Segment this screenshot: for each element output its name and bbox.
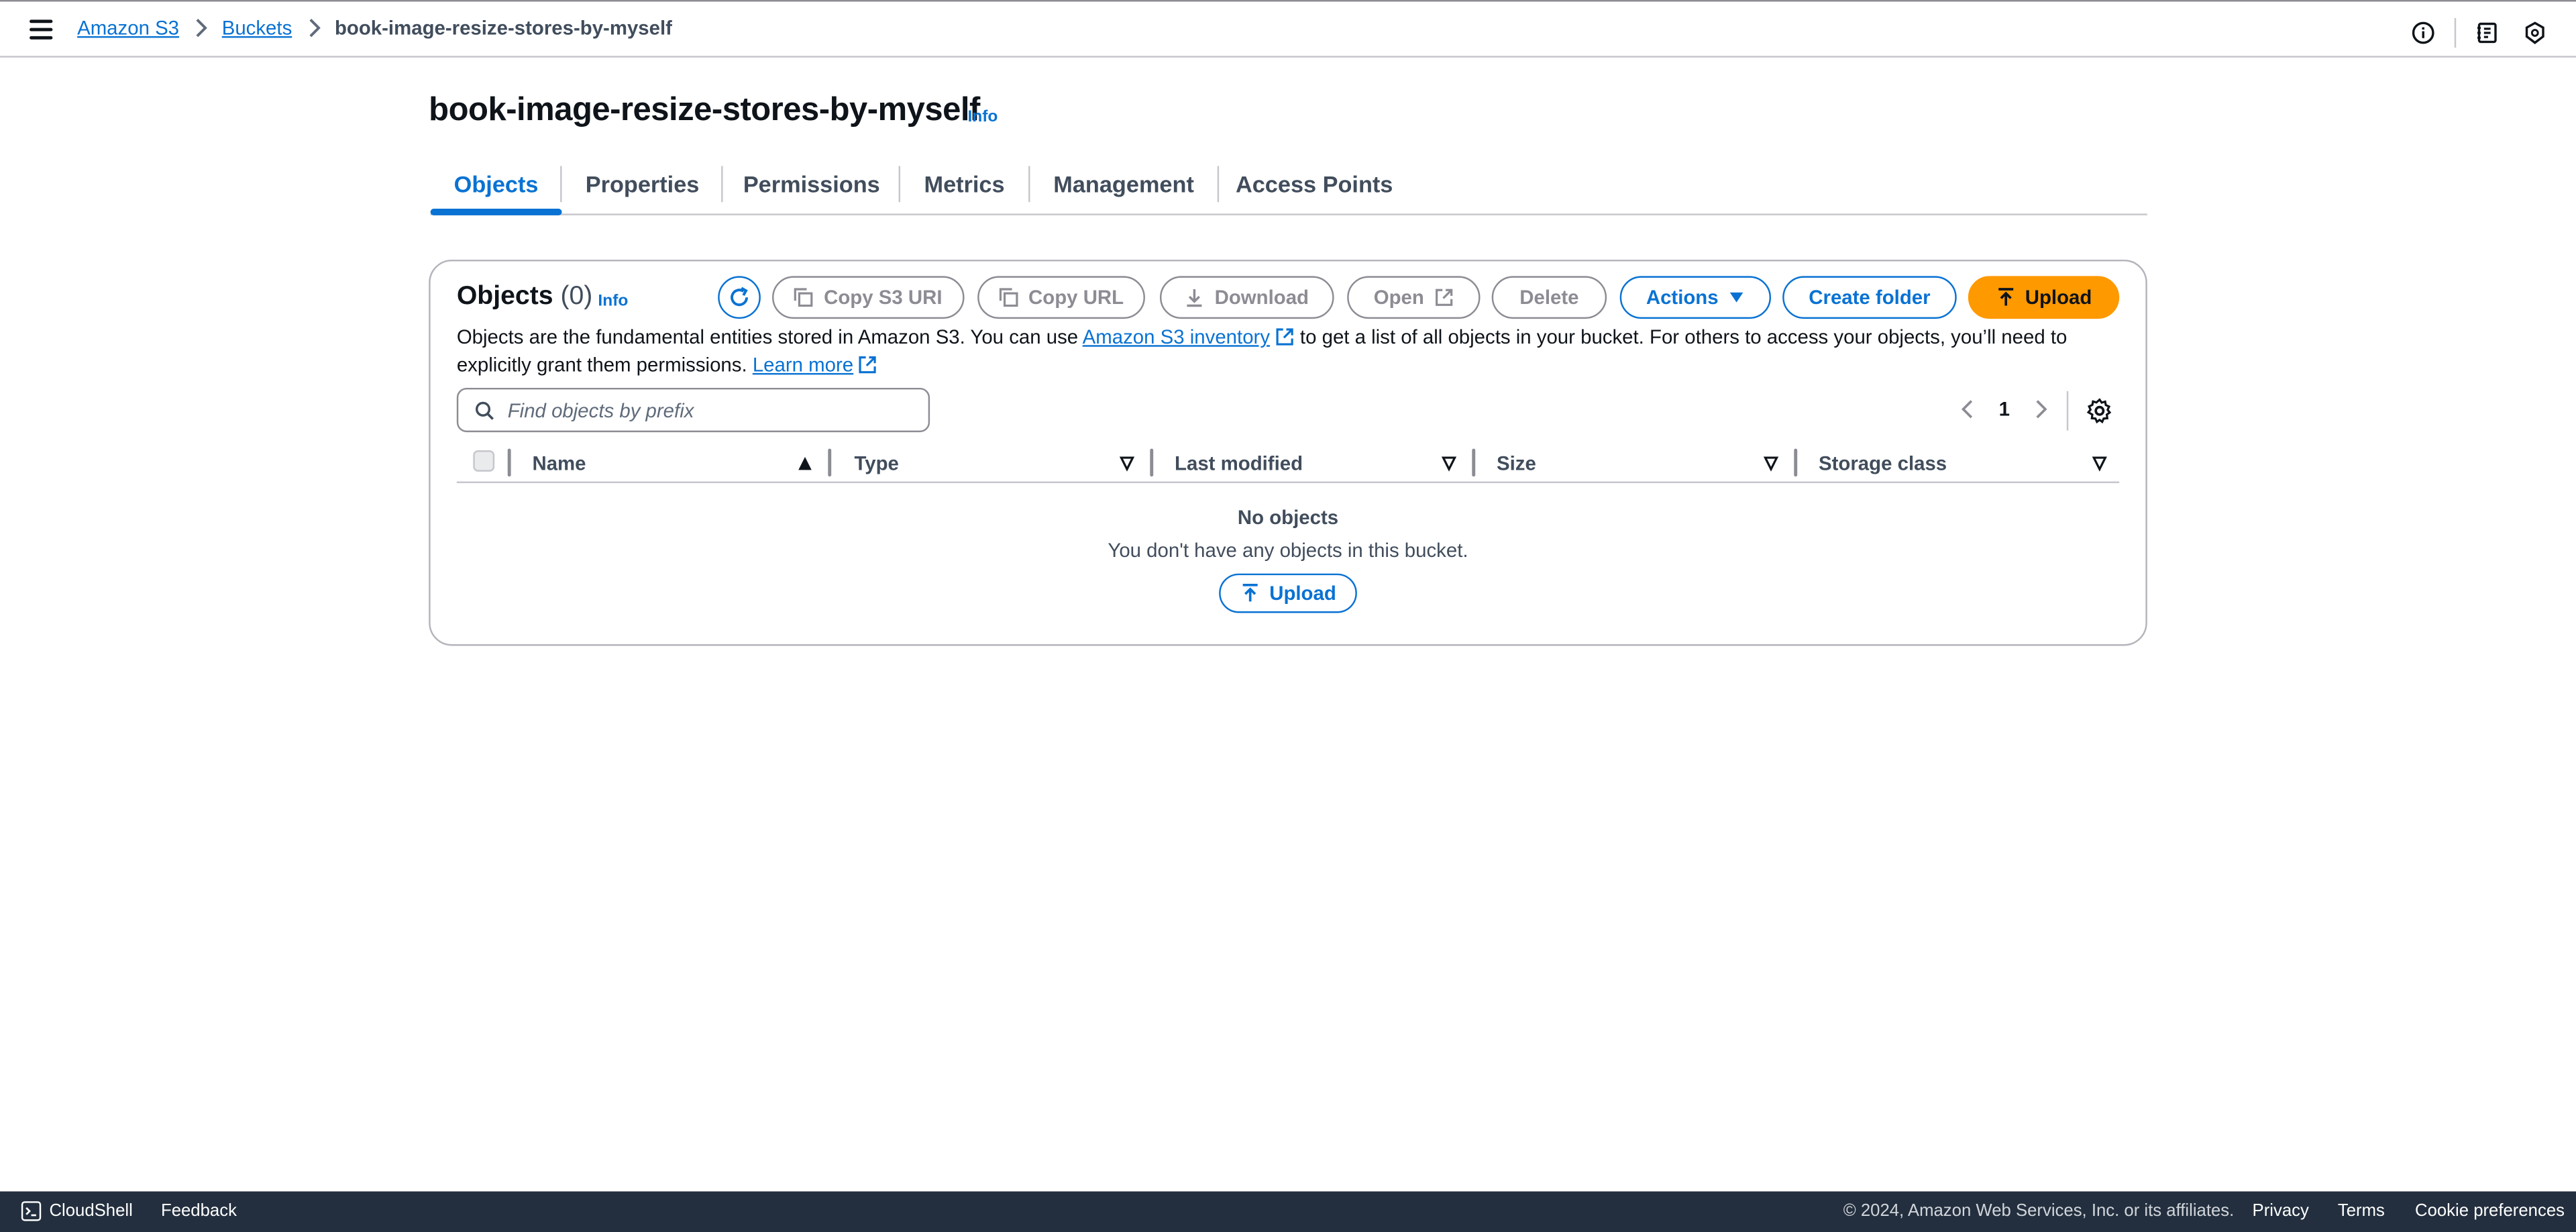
download-icon (1187, 289, 1203, 307)
external-link-icon (1435, 289, 1452, 306)
open-label: Open (1373, 286, 1424, 309)
upload-label: Upload (2025, 286, 2092, 309)
console-footer: CloudShell Feedback © 2024, Amazon Web S… (0, 1191, 2576, 1232)
previous-page-icon[interactable] (1955, 396, 1981, 422)
sort-ascending-icon[interactable] (797, 455, 813, 471)
search-field (456, 387, 930, 433)
download-button[interactable]: Download (1159, 276, 1334, 319)
actions-label: Actions (1646, 286, 1719, 309)
learn-more-link[interactable]: Learn more (753, 352, 853, 375)
feedback-link[interactable]: Feedback (161, 1201, 237, 1221)
external-link-icon (859, 355, 877, 373)
external-link-icon (1276, 328, 1293, 346)
copyright-text: © 2024, Amazon Web Services, Inc. or its… (1843, 1201, 2235, 1221)
next-page-icon[interactable] (2027, 396, 2053, 422)
tab-management[interactable]: Management (1030, 161, 1218, 213)
breadcrumb-amazon-s3[interactable]: Amazon S3 (77, 16, 179, 39)
create-folder-label: Create folder (1809, 286, 1931, 309)
breadcrumb-buckets[interactable]: Buckets (222, 16, 292, 39)
copy-s3-uri-button[interactable]: Copy S3 URI (772, 276, 965, 319)
column-divider (828, 448, 832, 477)
empty-state-upload-label: Upload (1269, 581, 1336, 605)
column-name[interactable]: Name (532, 452, 586, 474)
column-divider (1794, 448, 1798, 477)
menu-icon[interactable] (30, 19, 53, 40)
upload-icon (1998, 288, 2013, 306)
objects-description: Objects are the fundamental entities sto… (457, 323, 2133, 378)
column-size[interactable]: Size (1497, 452, 1536, 474)
terms-link[interactable]: Terms (2338, 1201, 2385, 1221)
refresh-button[interactable] (718, 276, 761, 319)
sort-icon[interactable] (2092, 455, 2108, 472)
tab-access-points[interactable]: Access Points (1219, 161, 1409, 213)
sort-icon[interactable] (1763, 455, 1779, 472)
objects-table-header: Name Type Last modified Size Storage cla… (456, 444, 2120, 484)
open-button[interactable]: Open (1347, 276, 1481, 319)
select-all-checkbox[interactable] (473, 450, 495, 472)
objects-title: Objects (456, 283, 553, 311)
column-divider (1472, 448, 1476, 477)
copy-icon (999, 288, 1018, 307)
title-info-link[interactable]: Info (967, 109, 998, 127)
copy-url-label: Copy URL (1028, 286, 1124, 309)
refresh-icon (731, 287, 749, 307)
sort-icon[interactable] (1441, 455, 1457, 472)
tab-objects[interactable]: Objects (430, 161, 562, 215)
empty-state-upload-button[interactable]: Upload (1219, 573, 1357, 613)
copy-url-button[interactable]: Copy URL (977, 276, 1145, 319)
column-last-modified[interactable]: Last modified (1175, 452, 1303, 474)
search-icon (475, 401, 494, 419)
info-circle-icon[interactable] (2410, 19, 2436, 46)
pagination: 1 (1955, 396, 2053, 422)
sort-icon[interactable] (1119, 455, 1135, 472)
search-input[interactable] (507, 398, 902, 422)
page-title: book-image-resize-stores-by-myself (429, 92, 980, 129)
column-divider (1150, 448, 1154, 477)
security-shield-icon[interactable] (2522, 19, 2548, 46)
bucket-tabs: Objects Properties Permissions Metrics M… (430, 161, 2147, 215)
s3-inventory-link[interactable]: Amazon S3 inventory (1083, 325, 1270, 348)
copy-icon (794, 288, 814, 307)
empty-state-text: You don't have any objects in this bucke… (1108, 539, 1468, 562)
divider (2066, 391, 2069, 431)
upload-button[interactable]: Upload (1968, 276, 2120, 319)
download-label: Download (1214, 286, 1309, 309)
gear-icon[interactable] (2086, 398, 2112, 424)
upload-icon (1242, 584, 1257, 602)
objects-info-link[interactable]: Info (598, 293, 628, 311)
divider (2454, 17, 2457, 48)
cookie-preferences-link[interactable]: Cookie preferences (2415, 1201, 2565, 1221)
chevron-right-icon (194, 18, 207, 38)
tab-permissions[interactable]: Permissions (723, 161, 900, 213)
create-folder-button[interactable]: Create folder (1782, 276, 1957, 319)
column-divider (507, 448, 511, 477)
objects-count: (0) (560, 283, 593, 311)
page-number[interactable]: 1 (1993, 398, 2016, 421)
tab-metrics[interactable]: Metrics (900, 161, 1028, 213)
tab-properties[interactable]: Properties (562, 161, 723, 213)
column-type[interactable]: Type (854, 452, 898, 474)
notes-icon[interactable] (2474, 19, 2500, 46)
top-navigation-bar: Amazon S3 Buckets book-image-resize-stor… (0, 0, 2576, 58)
cloudshell-icon[interactable] (21, 1201, 42, 1221)
objects-heading: Objects (0) (457, 283, 593, 312)
cloudshell-link[interactable]: CloudShell (49, 1201, 132, 1221)
description-text-1: Objects are the fundamental entities sto… (456, 325, 1083, 349)
column-storage-class[interactable]: Storage class (1819, 452, 1947, 474)
delete-button[interactable]: Delete (1491, 276, 1607, 319)
privacy-link[interactable]: Privacy (2253, 1201, 2309, 1221)
actions-dropdown-button[interactable]: Actions (1619, 276, 1772, 319)
delete-label: Delete (1519, 286, 1579, 309)
copy-s3-uri-label: Copy S3 URI (824, 286, 943, 309)
breadcrumb: Amazon S3 Buckets book-image-resize-stor… (77, 16, 672, 39)
top-right-tools (2410, 17, 2548, 48)
breadcrumb-current: book-image-resize-stores-by-myself (334, 16, 672, 40)
chevron-right-icon (307, 18, 320, 38)
empty-state-title: No objects (1237, 506, 1339, 529)
caret-down-icon (1729, 292, 1743, 303)
s3-console-page: Amazon S3 Buckets book-image-resize-stor… (0, 0, 2576, 1232)
